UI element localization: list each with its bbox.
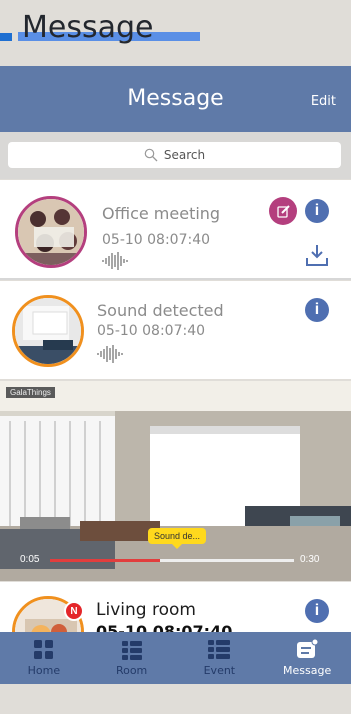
message-item-living-room[interactable]: N Living room 05-10 08:07:40 i	[0, 582, 351, 632]
message-time-living-room: 05-10 08:07:40	[96, 622, 233, 632]
message-title-office: Office meeting	[102, 204, 221, 223]
bottom-space	[0, 684, 351, 714]
new-badge: N	[64, 601, 84, 621]
video-frame	[0, 381, 351, 581]
search-input[interactable]: Search	[8, 142, 341, 168]
sound-wave-icon	[102, 252, 128, 270]
avatar-office	[15, 196, 87, 268]
info-icon[interactable]: i	[305, 599, 329, 623]
message-title-living-room: Living room	[96, 600, 196, 620]
message-icon	[297, 639, 319, 658]
info-icon[interactable]: i	[305, 199, 329, 223]
top-title-area: Message	[0, 0, 351, 66]
tab-label: Home	[27, 664, 61, 677]
divider	[0, 278, 351, 280]
message-item-office[interactable]: Office meeting 05-10 08:07:40 i	[0, 180, 351, 278]
event-marker[interactable]: Sound de...	[148, 528, 207, 549]
tab-room[interactable]: Room	[88, 632, 176, 684]
video-start-time: 0:05	[20, 554, 40, 565]
app-header: Message Edit	[0, 66, 351, 132]
tab-label: Room	[115, 664, 148, 677]
video-end-time: 0:30	[300, 554, 320, 565]
tab-home[interactable]: Home	[0, 632, 88, 684]
tab-label: Message	[283, 664, 332, 677]
info-icon[interactable]: i	[305, 298, 329, 322]
event-icon	[208, 640, 231, 659]
top-title: Message	[22, 10, 154, 45]
video-progress-fill	[50, 559, 160, 562]
search-icon	[144, 148, 158, 162]
message-time-sound: 05-10 08:07:40	[97, 323, 206, 339]
edit-note-icon[interactable]	[269, 197, 297, 225]
message-title-sound: Sound detected	[97, 301, 224, 320]
video-watermark: GalaThings	[6, 387, 55, 398]
title-decoration-left	[0, 33, 12, 41]
search-label: Search	[163, 148, 206, 162]
download-icon[interactable]	[304, 242, 330, 268]
tab-message[interactable]: Message	[263, 632, 351, 684]
room-icon	[121, 641, 142, 660]
page-title: Message	[127, 86, 224, 111]
message-time-office: 05-10 08:07:40	[102, 232, 211, 248]
home-icon	[33, 640, 53, 659]
search-area: Search	[0, 132, 351, 179]
avatar-sound	[12, 295, 84, 367]
sound-wave-icon	[97, 345, 123, 363]
tab-label: Event	[203, 664, 236, 677]
video-player[interactable]: GalaThings Sound de... 0:05 0:30	[0, 381, 351, 581]
tab-event[interactable]: Event	[176, 632, 264, 684]
message-item-sound[interactable]: Sound detected 05-10 08:07:40 i	[0, 281, 351, 379]
edit-button[interactable]: Edit	[311, 94, 336, 109]
bottom-tab-bar: Home Room Event Message	[0, 632, 351, 684]
